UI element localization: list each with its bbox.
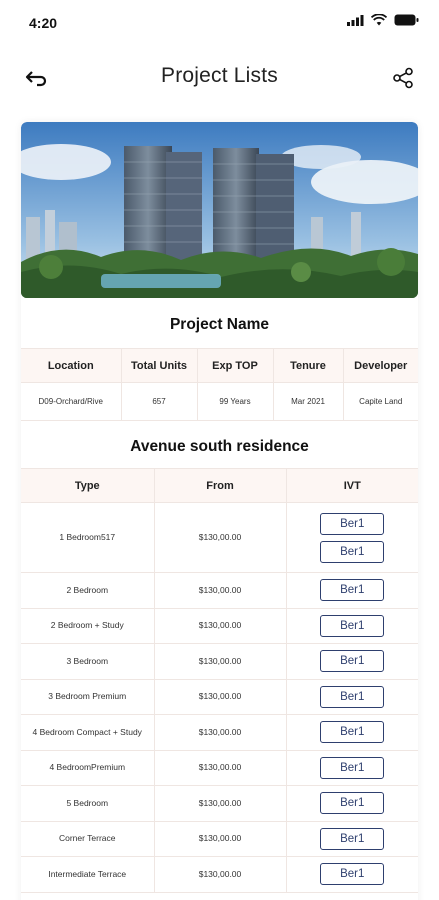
unit-type: 3 Bedroom [21,643,155,680]
share-button[interactable] [389,64,417,92]
share-icon [393,67,413,89]
header-ivt: IVT [286,468,418,503]
unit-type: 2 Bedroom [21,572,155,609]
header-from: From [154,468,287,503]
ivt-cell: Ber1 [286,572,418,609]
unit-price: $130,00.00 [154,856,287,893]
unit-price: $130,00.00 [154,679,287,715]
ivt-cell: Ber1 [286,608,418,644]
ber-button[interactable]: Ber1 [320,721,385,744]
table-row: 4 BedroomPremium $130,00.00 Ber1 [21,750,418,786]
table-row: 1 Bedroom517 $130,00.00 Ber1 Ber1 [21,502,418,573]
unit-header-row: Type From IVT [21,468,418,503]
battery-icon [394,14,419,26]
header-location: Location [21,348,122,383]
table-row: 5 Bedroom $130,00.00 Ber1 [21,785,418,822]
wifi-icon [371,14,387,26]
value-total-units: 657 [121,382,198,421]
header-exp-top: Exp TOP [197,348,274,383]
project-info-table: Location Total Units Exp TOP Tenure Deve… [21,348,418,421]
unit-type: 1 Bedroom517 [21,502,155,573]
table-row: 2 Bedroom + Study $130,00.00 Ber1 [21,608,418,644]
residence-title: Avenue south residence [130,438,309,455]
header-tenure: Tenure [273,348,344,383]
info-header-row: Location Total Units Exp TOP Tenure Deve… [21,348,418,383]
ber-button[interactable]: Ber1 [320,614,385,637]
ber-button[interactable]: Ber1 [320,756,385,779]
table-row: Intermediate Terrace $130,00.00 Ber1 [21,856,418,893]
ivt-cell: Ber1 [286,679,418,715]
table-row: 3 Bedroom Premium $130,00.00 Ber1 [21,679,418,715]
value-location: D09-Orchard/Rive [21,382,122,421]
ber-button[interactable]: Ber1 [320,792,385,815]
ivt-cell: Ber1 [286,643,418,680]
table-row: Corner Terrace $130,00.00 Ber1 [21,821,418,857]
ber-button[interactable]: Ber1 [320,579,385,602]
ber-button[interactable]: Ber1 [320,540,385,563]
ivt-cell: Ber1 [286,821,418,857]
value-tenure: Mar 2021 [273,382,344,421]
header-total-units: Total Units [121,348,198,383]
project-name-title: Project Name [169,316,270,333]
ivt-cell: Ber1 [286,714,418,751]
status-time: 4:20 [29,15,58,31]
unit-price: $130,00.00 [154,502,287,573]
unit-type: 4 BedroomPremium [21,750,155,786]
ivt-cell: Ber1 [286,750,418,786]
unit-type: 2 Bedroom + Study [21,608,155,644]
table-row: 3 Bedroom $130,00.00 Ber1 [21,643,418,680]
unit-type: 5 Bedroom [21,785,155,822]
unit-price: $130,00.00 [154,572,287,609]
ber-button[interactable]: Ber1 [320,863,385,886]
unit-price: $130,00.00 [154,750,287,786]
nav-bar: Project Lists [0,56,439,100]
header-type: Type [21,468,155,503]
header-developer: Developer [343,348,418,383]
unit-price: $130,00.00 [154,821,287,857]
ivt-cell: Ber1 [286,856,418,893]
unit-price: $130,00.00 [154,785,287,822]
ber-button[interactable]: Ber1 [320,512,385,535]
unit-price: $130,00.00 [154,714,287,751]
ber-button[interactable]: Ber1 [320,650,385,673]
unit-type: Intermediate Terrace [21,856,155,893]
project-image [21,122,418,298]
unit-type: Corner Terrace [21,821,155,857]
ber-button[interactable]: Ber1 [320,827,385,850]
ivt-cell: Ber1 Ber1 [286,502,418,573]
signal-icon [347,14,364,26]
value-developer: Capite Land [343,382,418,421]
info-value-row: D09-Orchard/Rive 657 99 Years Mar 2021 C… [21,382,418,421]
unit-type: 3 Bedroom Premium [21,679,155,715]
unit-price: $130,00.00 [154,608,287,644]
ivt-cell: Ber1 [286,785,418,822]
table-row: 4 Bedroom Compact + Study $130,00.00 Ber… [21,714,418,751]
page-title: Project Lists [161,64,278,87]
status-bar: 4:20 [0,0,439,44]
status-icons [347,14,419,26]
unit-price: $130,00.00 [154,643,287,680]
table-row: 2 Bedroom $130,00.00 Ber1 [21,572,418,609]
unit-type: 4 Bedroom Compact + Study [21,714,155,751]
project-card: Project Name Location Total Units Exp TO… [21,122,418,900]
value-exp-top: 99 Years [197,382,274,421]
unit-type-table: Type From IVT 1 Bedroom517 $130,00.00 Be… [21,468,418,893]
ber-button[interactable]: Ber1 [320,685,385,708]
